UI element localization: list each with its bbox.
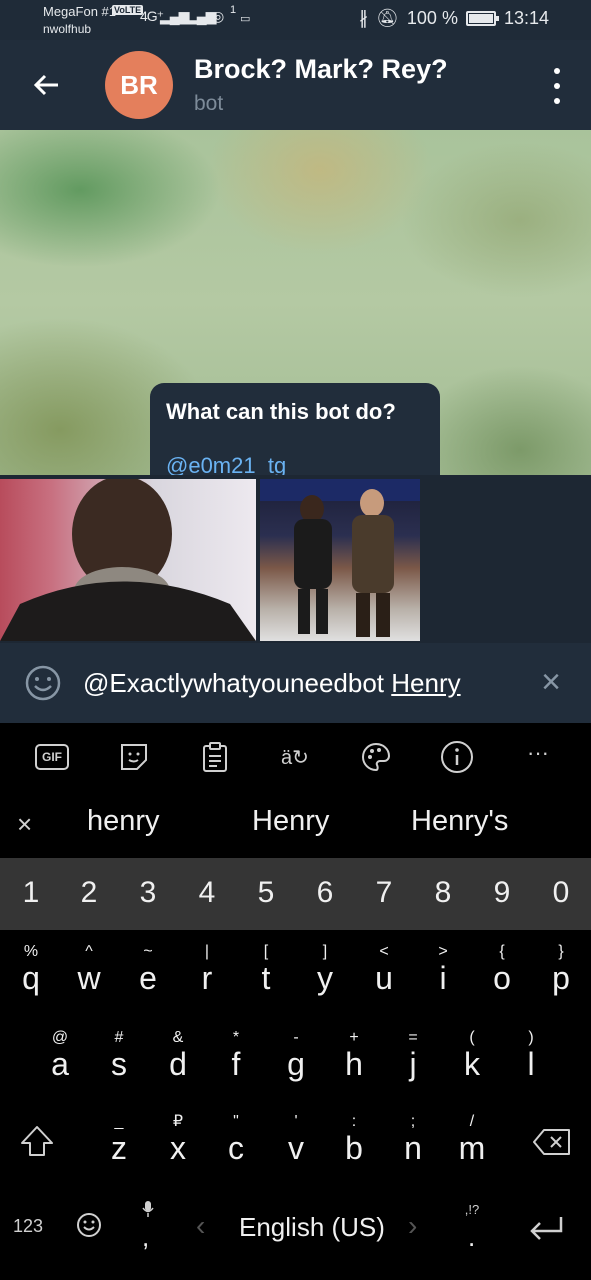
key-o[interactable]: {o	[482, 943, 522, 995]
key-k[interactable]: (k	[452, 1029, 492, 1081]
backspace-icon[interactable]	[532, 1127, 572, 1157]
numeric-switch-key[interactable]: 123	[13, 1216, 43, 1237]
wifi-icon: ◎	[212, 8, 224, 24]
bubble-title: What can this bot do?	[166, 399, 396, 424]
inline-results	[0, 475, 591, 643]
wifi-badge: 1	[230, 4, 236, 16]
key-f[interactable]: * f	[216, 1029, 256, 1081]
shift-icon[interactable]	[19, 1123, 55, 1159]
clipboard-icon[interactable]	[197, 739, 233, 775]
gif-icon[interactable]: GIF	[35, 744, 69, 770]
key-0[interactable]: 0	[541, 876, 581, 910]
account-name: nwolfhub	[43, 22, 92, 36]
number-row: 1 2 3 4 5 6 7 8 9 0	[0, 858, 591, 930]
key-6[interactable]: 6	[305, 876, 345, 910]
chevron-left-icon[interactable]: ‹	[196, 1210, 205, 1242]
info-icon[interactable]	[439, 739, 475, 775]
key-d[interactable]: & d	[158, 1029, 198, 1081]
key-v[interactable]: ' v	[276, 1113, 316, 1165]
input-prefix: @Exactlywhatyouneedbot	[83, 668, 392, 698]
suggestion-bar: × henry Henry Henry's	[0, 791, 591, 858]
bubble-link[interactable]: @e0m21_tg	[166, 453, 424, 475]
space-bar[interactable]: English (US)	[239, 1212, 385, 1243]
suggestion-3[interactable]: Henry's	[411, 805, 508, 838]
key-p[interactable]: } p	[541, 943, 581, 995]
battery-percent: 100 %	[406, 8, 458, 28]
message-input-bar: @Exactlywhatyouneedbot Henry ×	[0, 643, 591, 723]
key-1[interactable]: 1	[11, 876, 51, 910]
keyboard-toolbar: GIF ä↻ ···	[0, 723, 591, 791]
emoji-icon[interactable]	[24, 664, 62, 702]
enter-icon[interactable]	[527, 1214, 565, 1244]
key-5[interactable]: 5	[246, 876, 286, 910]
message-input[interactable]: @Exactlywhatyouneedbot Henry	[83, 668, 461, 699]
key-y[interactable]: ] y	[305, 943, 345, 995]
mute-icon: 🔕︎	[376, 8, 399, 28]
key-c[interactable]: " c	[216, 1113, 256, 1165]
key-r[interactable]: | r	[187, 943, 227, 995]
bluetooth-icon: ∦	[359, 8, 369, 28]
comma-key[interactable]: ,	[142, 1222, 149, 1253]
result-thumbnail-1[interactable]	[0, 479, 256, 641]
close-suggestions-icon[interactable]: ×	[17, 809, 32, 840]
translate-icon[interactable]: ä↻	[277, 739, 313, 775]
close-icon[interactable]: ×	[536, 665, 566, 699]
key-x[interactable]: ₽ x	[158, 1113, 198, 1165]
suggestion-1[interactable]: henry	[87, 805, 160, 838]
clock: 13:14	[503, 8, 549, 28]
key-u[interactable]: < u	[364, 943, 404, 995]
bot-info-bubble: What can this bot do? @e0m21_tg	[150, 383, 440, 475]
key-t[interactable]: [t	[246, 943, 286, 995]
keyboard-bottom-row: 123 , ‹ English (US) › ,!? .	[0, 1198, 591, 1280]
key-g[interactable]: -g	[276, 1029, 316, 1081]
key-2[interactable]: 2	[69, 876, 109, 910]
suggestion-2[interactable]: Henry	[252, 805, 329, 838]
key-q[interactable]: % q	[11, 943, 51, 995]
status-bar: MegaFon #1 VoLTE nwolfhub 4G⁺ ▂▄▆ ▂▄▆ ◎ …	[0, 0, 591, 40]
key-h[interactable]: + h	[334, 1029, 374, 1081]
chat-subtitle: bot	[194, 92, 224, 115]
punctuation-hint: ,!?	[464, 1202, 480, 1217]
key-8[interactable]: 8	[423, 876, 463, 910]
key-i[interactable]: > i	[423, 943, 463, 995]
key-n[interactable]: ; n	[393, 1113, 433, 1165]
microphone-icon[interactable]	[138, 1200, 158, 1221]
keyboard-emoji-icon[interactable]	[76, 1212, 102, 1238]
chat-title[interactable]: Brock? Mark? Rey?	[194, 54, 448, 85]
signal-icon: ▂▄▆	[160, 8, 189, 24]
back-arrow-icon[interactable]	[26, 65, 66, 105]
key-w[interactable]: ^ w	[69, 943, 109, 995]
key-4[interactable]: 4	[187, 876, 227, 910]
keyboard: GIF ä↻ ··· × henry Henry Henry's 1 2 3 4…	[0, 723, 591, 1280]
key-m[interactable]: / m	[452, 1113, 492, 1165]
avatar[interactable]: BR	[105, 51, 173, 119]
key-b[interactable]: :b	[334, 1113, 374, 1165]
key-z[interactable]: _ z	[99, 1113, 139, 1165]
sticker-icon[interactable]	[116, 739, 152, 775]
volte-badge: VoLTE	[112, 5, 144, 15]
chat-background: What can this bot do? @e0m21_tg	[0, 130, 591, 475]
key-a[interactable]: @ a	[40, 1029, 80, 1081]
chat-header: BR Brock? Mark? Rey? bot	[0, 40, 591, 130]
key-3[interactable]: 3	[128, 876, 168, 910]
key-l[interactable]: ) l	[511, 1029, 551, 1081]
data-icon: ▭	[240, 13, 250, 25]
key-9[interactable]: 9	[482, 876, 522, 910]
key-e[interactable]: ~ e	[128, 943, 168, 995]
period-key[interactable]: .	[468, 1222, 475, 1253]
more-options-icon[interactable]	[549, 68, 565, 104]
more-icon[interactable]: ···	[520, 735, 556, 771]
palette-icon[interactable]	[358, 739, 394, 775]
status-right: ∦ 🔕︎ 100 % 13:14	[359, 8, 549, 29]
key-j[interactable]: = j	[393, 1029, 433, 1081]
input-query: Henry	[391, 668, 461, 698]
battery-icon	[465, 11, 499, 26]
chevron-right-icon[interactable]: ›	[408, 1210, 417, 1242]
carrier-name: MegaFon #1	[43, 4, 116, 19]
key-s[interactable]: # s	[99, 1029, 139, 1081]
result-thumbnail-2[interactable]	[260, 479, 420, 641]
key-7[interactable]: 7	[364, 876, 404, 910]
